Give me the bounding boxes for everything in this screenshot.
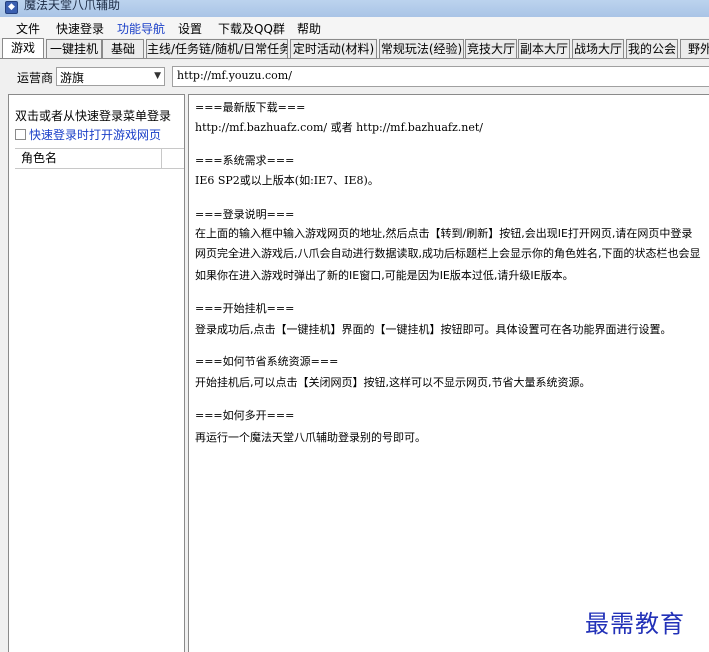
open-page-checkbox[interactable] bbox=[15, 129, 26, 140]
tab-regular-play[interactable]: 常规玩法(经验) bbox=[379, 39, 464, 58]
url-value: http://mf.youzu.com/ bbox=[177, 69, 292, 82]
tab-one-click-hangup[interactable]: 一键挂机 bbox=[46, 39, 102, 58]
tab-field[interactable]: 野外 bbox=[680, 39, 709, 58]
login-text-line: 在上面的输入框中输入游戏网页的地址,然后点击【转到/刷新】按钮,会出现IE打开网… bbox=[195, 227, 693, 240]
menu-quick-login[interactable]: 快速登录 bbox=[56, 20, 104, 37]
download-links: http://mf.bazhuafz.com/ 或者 http://mf.baz… bbox=[195, 121, 483, 134]
login-text-line: 网页完全进入游戏后,八爪会自动进行数据读取,成功后标题栏上会显示你的角色姓名,下… bbox=[195, 247, 701, 260]
title-bar: ◆ 魔法天堂八爪辅助 bbox=[0, 0, 709, 17]
tab-main-quests[interactable]: 主线/任务链/随机/日常任务 bbox=[146, 39, 288, 58]
login-panel: 双击或者从快速登录菜单登录 快速登录时打开游戏网页 角色名 bbox=[8, 94, 185, 652]
start-text: 登录成功后,点击【一键挂机】界面的【一键挂机】按钮即可。具体设置可在各功能界面进… bbox=[195, 323, 672, 336]
open-page-checkbox-label[interactable]: 快速登录时打开游戏网页 bbox=[29, 128, 161, 142]
menu-download-qq[interactable]: 下载及QQ群 bbox=[218, 20, 285, 37]
tab-battlefield-hall[interactable]: 战场大厅 bbox=[572, 39, 624, 58]
operator-label: 运营商 bbox=[17, 71, 54, 85]
section-heading-start: ===开始挂机=== bbox=[195, 302, 295, 315]
tab-timed-events[interactable]: 定时活动(材料) bbox=[290, 39, 377, 58]
login-toolbar: 运营商 游旗 ▼ http://mf.youzu.com/ bbox=[0, 60, 709, 91]
menu-feature-nav[interactable]: 功能导航 bbox=[117, 20, 165, 37]
menu-settings[interactable]: 设置 bbox=[178, 20, 202, 37]
section-heading-login: ===登录说明=== bbox=[195, 208, 295, 221]
help-content-panel: ===最新版下载=== http://mf.bazhuafz.com/ 或者 h… bbox=[188, 94, 709, 652]
operator-select[interactable]: 游旗 ▼ bbox=[56, 67, 165, 86]
login-text-line: 如果你在进入游戏时弹出了新的IE窗口,可能是因为IE版本过低,请升级IE版本。 bbox=[195, 269, 574, 282]
tab-basic[interactable]: 基础 bbox=[102, 39, 144, 58]
multi-open-text: 再运行一个魔法天堂八爪辅助登录别的号即可。 bbox=[195, 431, 426, 444]
tab-my-guild[interactable]: 我的公会 bbox=[626, 39, 678, 58]
open-page-checkbox-row[interactable]: 快速登录时打开游戏网页 bbox=[15, 126, 161, 143]
requirements-text: IE6 SP2或以上版本(如:IE7、IE8)。 bbox=[195, 174, 379, 187]
column-header-character-name[interactable]: 角色名 bbox=[15, 149, 162, 168]
operator-value: 游旗 bbox=[60, 71, 85, 85]
menu-help[interactable]: 帮助 bbox=[297, 20, 321, 37]
section-heading-multi-open: ===如何多开=== bbox=[195, 409, 295, 422]
tab-dungeon-hall[interactable]: 副本大厅 bbox=[518, 39, 570, 58]
tab-bar: 游戏 一键挂机 基础 主线/任务链/随机/日常任务 定时活动(材料) 常规玩法(… bbox=[0, 38, 709, 59]
menu-bar: 文件 快速登录 功能导航 设置 下载及QQ群 帮助 bbox=[0, 17, 709, 38]
watermark: 最需教育 bbox=[585, 610, 685, 638]
chevron-down-icon[interactable]: ▼ bbox=[154, 71, 161, 81]
url-input[interactable]: http://mf.youzu.com/ bbox=[172, 66, 709, 87]
section-heading-download: ===最新版下载=== bbox=[195, 101, 306, 114]
tab-arena-hall[interactable]: 竞技大厅 bbox=[465, 39, 517, 58]
section-heading-requirements: ===系统需求=== bbox=[195, 154, 295, 167]
tab-game[interactable]: 游戏 bbox=[2, 38, 44, 58]
app-icon: ◆ bbox=[5, 1, 18, 14]
login-hint: 双击或者从快速登录菜单登录 bbox=[15, 109, 172, 123]
window-title: 魔法天堂八爪辅助 bbox=[24, 0, 121, 12]
save-resources-text: 开始挂机后,可以点击【关闭网页】按钮,这样可以不显示网页,节省大量系统资源。 bbox=[195, 376, 591, 389]
section-heading-save-resources: ===如何节省系统资源=== bbox=[195, 355, 339, 368]
menu-file[interactable]: 文件 bbox=[16, 20, 40, 37]
character-list-header: 角色名 bbox=[15, 148, 184, 169]
